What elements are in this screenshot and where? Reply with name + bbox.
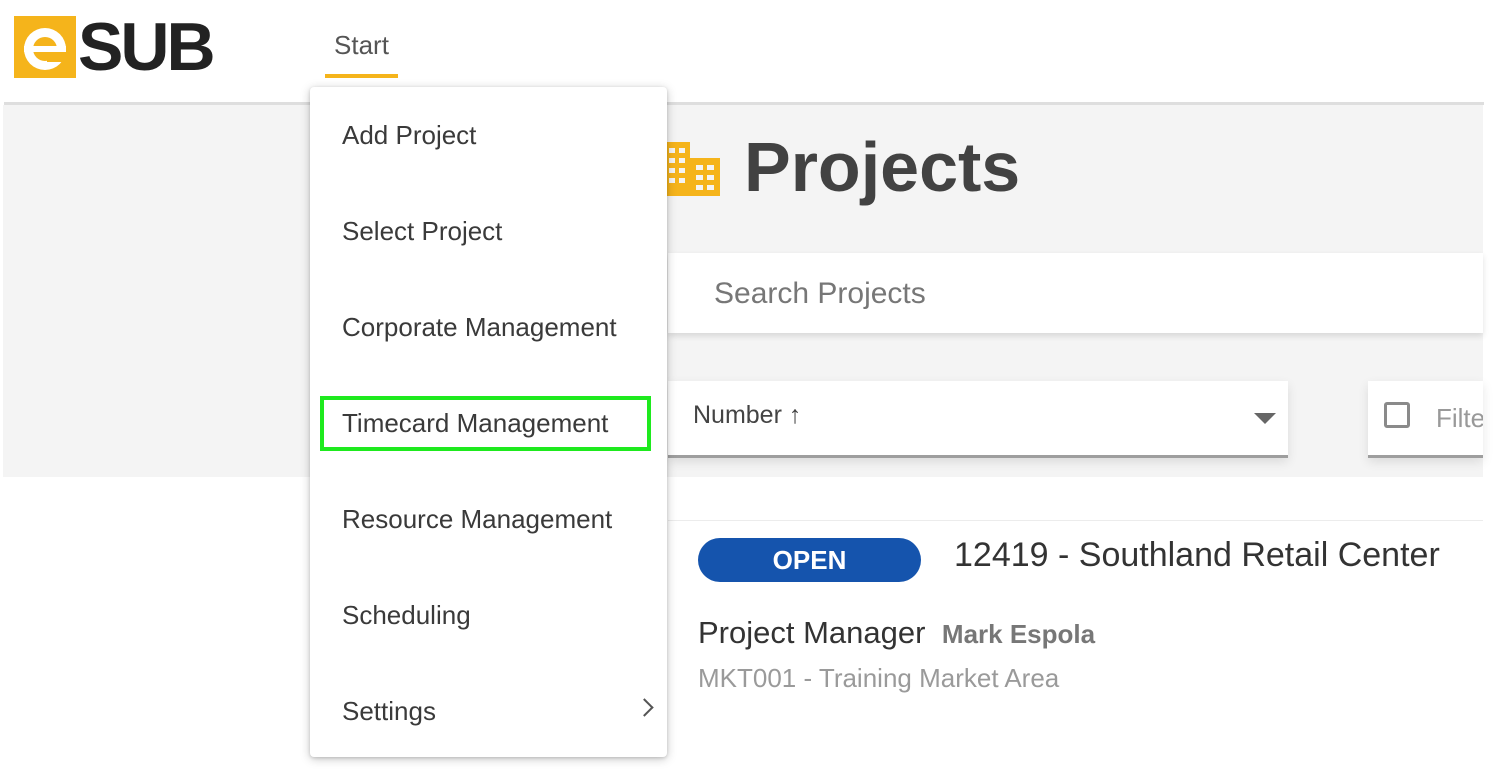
filter-checkbox[interactable]: [1384, 402, 1410, 428]
chevron-right-icon: [635, 698, 654, 717]
start-dropdown-menu: Add Project Select Project Corporate Man…: [310, 87, 667, 757]
menu-item-corporate-management[interactable]: Corporate Management: [310, 279, 667, 375]
menu-item-label: Resource Management: [342, 504, 613, 534]
menu-item-label: Add Project: [342, 120, 477, 150]
menu-item-scheduling[interactable]: Scheduling: [310, 567, 667, 663]
project-title[interactable]: 12419 - Southland Retail Center: [954, 536, 1440, 575]
status-badge: OPEN: [698, 538, 921, 582]
menu-item-label: Timecard Management: [342, 408, 609, 438]
menu-item-select-project[interactable]: Select Project: [310, 183, 667, 279]
project-manager-row: Project Manager Mark Espola: [698, 615, 1095, 651]
menu-item-label: Settings: [342, 696, 436, 726]
caret-down-icon: [1254, 413, 1276, 424]
project-manager-value: Mark Espola: [941, 619, 1096, 649]
esub-logo[interactable]: SUB: [14, 9, 216, 85]
page-title: Projects: [744, 128, 1021, 206]
search-bar: [668, 253, 1483, 333]
sort-select[interactable]: Number ↑: [668, 381, 1288, 458]
filter-label: Filte: [1436, 403, 1483, 433]
filter-toggle[interactable]: Filte: [1368, 381, 1483, 458]
card-divider: [668, 520, 1483, 521]
nav-start-tab[interactable]: Start: [325, 28, 398, 78]
menu-item-resource-management[interactable]: Resource Management: [310, 471, 667, 567]
page-title-wrap: Projects: [660, 122, 1020, 212]
menu-item-settings[interactable]: Settings: [310, 663, 667, 759]
menu-item-label: Select Project: [342, 216, 503, 246]
menu-item-add-project[interactable]: Add Project: [310, 87, 667, 183]
logo-e-mark: [14, 16, 76, 78]
market-area: MKT001 - Training Market Area: [698, 663, 1060, 693]
search-input[interactable]: [712, 271, 1456, 317]
menu-item-timecard-management[interactable]: Timecard Management: [310, 375, 667, 471]
building-icon: [664, 142, 720, 196]
project-manager-label: Project Manager: [698, 615, 926, 650]
logo-text: SUB: [78, 9, 216, 85]
sort-label: Number ↑: [693, 401, 802, 429]
menu-item-label: Scheduling: [342, 600, 471, 630]
menu-item-label: Corporate Management: [342, 312, 617, 342]
